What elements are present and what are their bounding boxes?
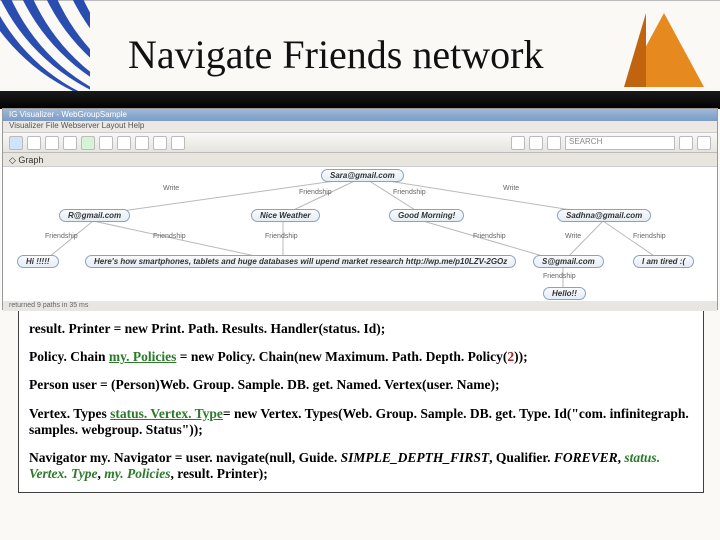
edge-label: Friendship bbox=[543, 273, 576, 280]
code-line: Navigator my. Navigator = user. navigate… bbox=[29, 450, 693, 482]
graph-node[interactable]: Nice Weather bbox=[251, 209, 320, 222]
toolbar-button[interactable] bbox=[27, 136, 41, 150]
edge-label: Friendship bbox=[633, 233, 666, 240]
graph-node[interactable]: I am tired :( bbox=[633, 255, 694, 268]
toolbar-button[interactable] bbox=[511, 136, 525, 150]
edge-label: Friendship bbox=[299, 189, 332, 196]
toolbar: SEARCH bbox=[3, 133, 717, 153]
search-input[interactable]: SEARCH bbox=[565, 136, 675, 150]
toolbar-button[interactable] bbox=[171, 136, 185, 150]
graph-tab[interactable]: ◇ Graph bbox=[3, 153, 717, 167]
menubar[interactable]: Visualizer File Webserver Layout Help bbox=[3, 121, 717, 133]
graph-node[interactable]: S@gmail.com bbox=[533, 255, 604, 268]
edge-label: Write bbox=[163, 185, 179, 192]
graph-node[interactable]: Hello!! bbox=[543, 287, 586, 300]
toolbar-button[interactable] bbox=[117, 136, 131, 150]
code-line: Policy. Chain my. Policies = new Policy.… bbox=[29, 349, 693, 365]
edge-label: Friendship bbox=[265, 233, 298, 240]
toolbar-button[interactable] bbox=[63, 136, 77, 150]
search-button[interactable] bbox=[679, 136, 693, 150]
edge-label: Write bbox=[565, 233, 581, 240]
graph-node[interactable]: Good Morning! bbox=[389, 209, 464, 222]
toolbar-button[interactable] bbox=[81, 136, 95, 150]
graph-node[interactable]: Hi !!!!! bbox=[17, 255, 59, 268]
edge-label: Friendship bbox=[473, 233, 506, 240]
toolbar-button[interactable] bbox=[697, 136, 711, 150]
edge-label: Friendship bbox=[393, 189, 426, 196]
edge-layer bbox=[3, 167, 717, 301]
toolbar-button[interactable] bbox=[99, 136, 113, 150]
toolbar-button[interactable] bbox=[529, 136, 543, 150]
code-line: Vertex. Types status. Vertex. Type= new … bbox=[29, 406, 693, 438]
edge-label: Write bbox=[503, 185, 519, 192]
slide-title: Navigate Friends network bbox=[128, 31, 543, 78]
graph-node[interactable]: Sara@gmail.com bbox=[321, 169, 404, 182]
graph-node[interactable]: R@gmail.com bbox=[59, 209, 130, 222]
code-line: result. Printer = new Print. Path. Resul… bbox=[29, 321, 693, 337]
toolbar-button[interactable] bbox=[547, 136, 561, 150]
header-dark-strip bbox=[0, 91, 720, 109]
visualizer-window: IG Visualizer - WebGroupSample Visualize… bbox=[2, 108, 718, 310]
toolbar-button[interactable] bbox=[9, 136, 23, 150]
code-block: result. Printer = new Print. Path. Resul… bbox=[18, 310, 704, 493]
statusbar: returned 9 paths in 35 ms bbox=[3, 301, 717, 311]
toolbar-button[interactable] bbox=[153, 136, 167, 150]
code-line: Person user = (Person)Web. Group. Sample… bbox=[29, 377, 693, 393]
slide-header: Navigate Friends network bbox=[0, 0, 720, 108]
edge-label: Friendship bbox=[45, 233, 78, 240]
toolbar-button[interactable] bbox=[45, 136, 59, 150]
graph-node[interactable]: Sadhna@gmail.com bbox=[557, 209, 651, 222]
graph-canvas[interactable]: Sara@gmail.com R@gmail.com Nice Weather … bbox=[3, 167, 717, 301]
window-titlebar: IG Visualizer - WebGroupSample bbox=[3, 109, 717, 121]
edge-label: Friendship bbox=[153, 233, 186, 240]
triangle-logo-icon bbox=[624, 13, 704, 87]
toolbar-button[interactable] bbox=[135, 136, 149, 150]
graph-node[interactable]: Here's how smartphones, tablets and huge… bbox=[85, 255, 516, 268]
